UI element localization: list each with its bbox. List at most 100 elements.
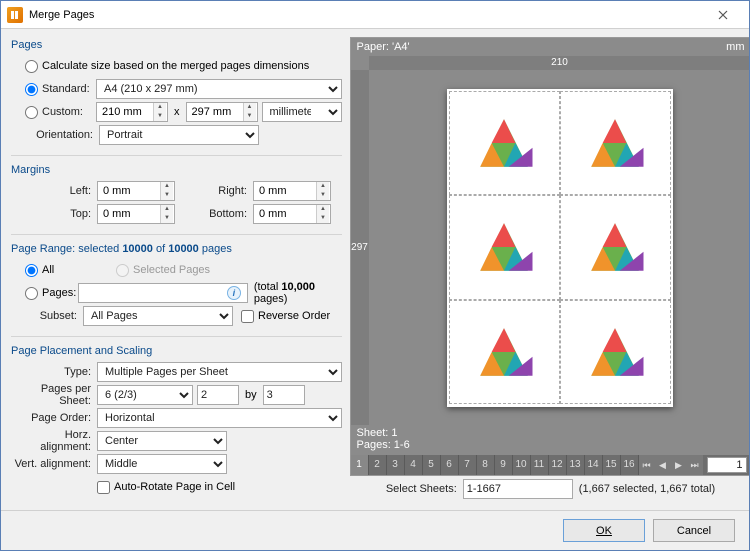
va-label: Vert. alignment:	[11, 458, 97, 470]
pager-page[interactable]: 10	[513, 455, 531, 475]
order-label: Page Order:	[11, 412, 97, 424]
horz-align-select[interactable]: Center	[97, 431, 227, 451]
margin-bottom-spinner[interactable]: ▲▼	[253, 204, 331, 224]
autorotate-label: Auto-Rotate Page in Cell	[114, 481, 235, 493]
titlebar[interactable]: Merge Pages	[1, 1, 749, 29]
pps-cols-input[interactable]	[197, 385, 239, 405]
select-sheets-row: Select Sheets: (1,667 selected, 1,667 to…	[350, 476, 750, 502]
pps-label: Pages per Sheet:	[11, 383, 97, 407]
page-thumb-icon	[572, 100, 658, 186]
range-selected-radio	[116, 264, 129, 277]
preview-paper	[447, 89, 673, 407]
range-selected-label: Selected Pages	[133, 264, 210, 276]
preview-pages-label: Pages: 1-6	[357, 439, 745, 451]
pager-page[interactable]: 14	[585, 455, 603, 475]
range-all-radio[interactable]	[25, 264, 38, 277]
standard-size-select[interactable]: A4 (210 x 297 mm)	[96, 79, 342, 99]
margin-top-spinner[interactable]: ▲▼	[97, 204, 175, 224]
custom-label: Custom:	[42, 106, 96, 118]
page-thumb-icon	[572, 205, 658, 291]
merge-pages-dialog: Merge Pages Pages Calculate size based o…	[0, 0, 750, 551]
select-sheets-input[interactable]	[463, 479, 573, 499]
cancel-button[interactable]: Cancel	[653, 519, 735, 542]
info-icon[interactable]: i	[227, 286, 241, 300]
preview-ruler-horizontal: 210	[369, 56, 750, 70]
type-label: Type:	[11, 366, 97, 378]
preview-sheet-label: Sheet: 1	[357, 427, 745, 439]
pager-page[interactable]: 1	[351, 455, 369, 475]
app-icon	[7, 7, 23, 23]
autorotate-checkbox[interactable]	[97, 481, 110, 494]
pps-rows-input[interactable]	[263, 385, 305, 405]
window-title: Merge Pages	[29, 9, 703, 21]
preview-cell	[449, 195, 560, 300]
pager-page[interactable]: 8	[477, 455, 495, 475]
page-thumb-icon	[461, 309, 547, 395]
pager-page[interactable]: 12	[549, 455, 567, 475]
ha-label: Horz. alignment:	[11, 429, 97, 453]
pager-first-icon[interactable]: ⏮	[639, 455, 655, 475]
standard-label: Standard:	[42, 83, 96, 95]
pager-page[interactable]: 2	[369, 455, 387, 475]
pager-page[interactable]: 13	[567, 455, 585, 475]
preview-cell	[560, 300, 671, 405]
range-pages-input-wrap[interactable]: i	[78, 283, 248, 303]
pager-next-icon[interactable]: ▶	[671, 455, 687, 475]
pager-page[interactable]: 5	[423, 455, 441, 475]
page-order-select[interactable]: Horizontal	[97, 408, 342, 428]
margin-bottom-label: Bottom:	[175, 208, 253, 220]
page-range-heading: Page Range: selected 10000 of 10000 page…	[11, 243, 342, 255]
range-total-note: (total 10,000 pages)	[248, 281, 342, 305]
orientation-select[interactable]: Portrait	[99, 125, 259, 145]
x-label: x	[168, 106, 186, 118]
select-sheets-note: (1,667 selected, 1,667 total)	[579, 483, 715, 495]
pager-page[interactable]: 9	[495, 455, 513, 475]
calculate-size-radio[interactable]	[25, 60, 38, 73]
pager-page[interactable]: 6	[441, 455, 459, 475]
preview-pager[interactable]: 1 2 3 4 5 6 7 8 9 10 11 12 13 14 15 16	[351, 455, 750, 475]
custom-size-radio[interactable]	[25, 106, 38, 119]
vert-align-select[interactable]: Middle	[97, 454, 227, 474]
preview-cell	[560, 91, 671, 196]
subset-label: Subset:	[11, 310, 83, 322]
margin-left-spinner[interactable]: ▲▼	[97, 181, 175, 201]
range-pages-label: Pages:	[42, 287, 78, 299]
pager-last-icon[interactable]: ⏭	[687, 455, 703, 475]
range-pages-radio[interactable]	[25, 287, 38, 300]
ok-button[interactable]: OK	[563, 519, 645, 542]
pps-preset-select[interactable]: 6 (2/3)	[97, 385, 193, 405]
page-thumb-icon	[461, 100, 547, 186]
preview-unit-label: mm	[726, 41, 744, 53]
calculate-size-label: Calculate size based on the merged pages…	[42, 60, 309, 72]
type-select[interactable]: Multiple Pages per Sheet	[97, 362, 342, 382]
placement-section: Page Placement and Scaling Type: Multipl…	[11, 343, 342, 507]
pages-section: Pages Calculate size based on the merged…	[11, 37, 342, 156]
dialog-footer: OK Cancel	[1, 510, 749, 550]
pager-page[interactable]: 7	[459, 455, 477, 475]
margins-heading: Margins	[11, 164, 342, 176]
reverse-order-checkbox[interactable]	[241, 310, 254, 323]
standard-size-radio[interactable]	[25, 83, 38, 96]
margin-right-label: Right:	[175, 185, 253, 197]
pager-current-input[interactable]	[707, 457, 747, 473]
page-thumb-icon	[572, 309, 658, 395]
custom-width-spinner[interactable]: ▲▼	[96, 102, 168, 122]
subset-select[interactable]: All Pages	[83, 306, 233, 326]
pager-page[interactable]: 16	[621, 455, 639, 475]
pager-page[interactable]: 4	[405, 455, 423, 475]
margins-section: Margins Left: ▲▼ Right: ▲▼ Top: ▲▼ Botto…	[11, 162, 342, 235]
pager-page[interactable]: 3	[387, 455, 405, 475]
margin-right-spinner[interactable]: ▲▼	[253, 181, 331, 201]
range-pages-input[interactable]	[79, 284, 227, 302]
reverse-order-label: Reverse Order	[258, 310, 330, 322]
preview-canvas[interactable]	[369, 70, 750, 425]
pager-prev-icon[interactable]: ◀	[655, 455, 671, 475]
pager-page[interactable]: 11	[531, 455, 549, 475]
custom-unit-select[interactable]: millimeter	[262, 102, 342, 122]
pages-heading: Pages	[11, 39, 342, 51]
close-button[interactable]	[703, 5, 743, 25]
custom-height-spinner[interactable]: ▲▼	[186, 102, 258, 122]
select-sheets-label: Select Sheets:	[386, 483, 457, 495]
page-range-section: Page Range: selected 10000 of 10000 page…	[11, 241, 342, 337]
pager-page[interactable]: 15	[603, 455, 621, 475]
